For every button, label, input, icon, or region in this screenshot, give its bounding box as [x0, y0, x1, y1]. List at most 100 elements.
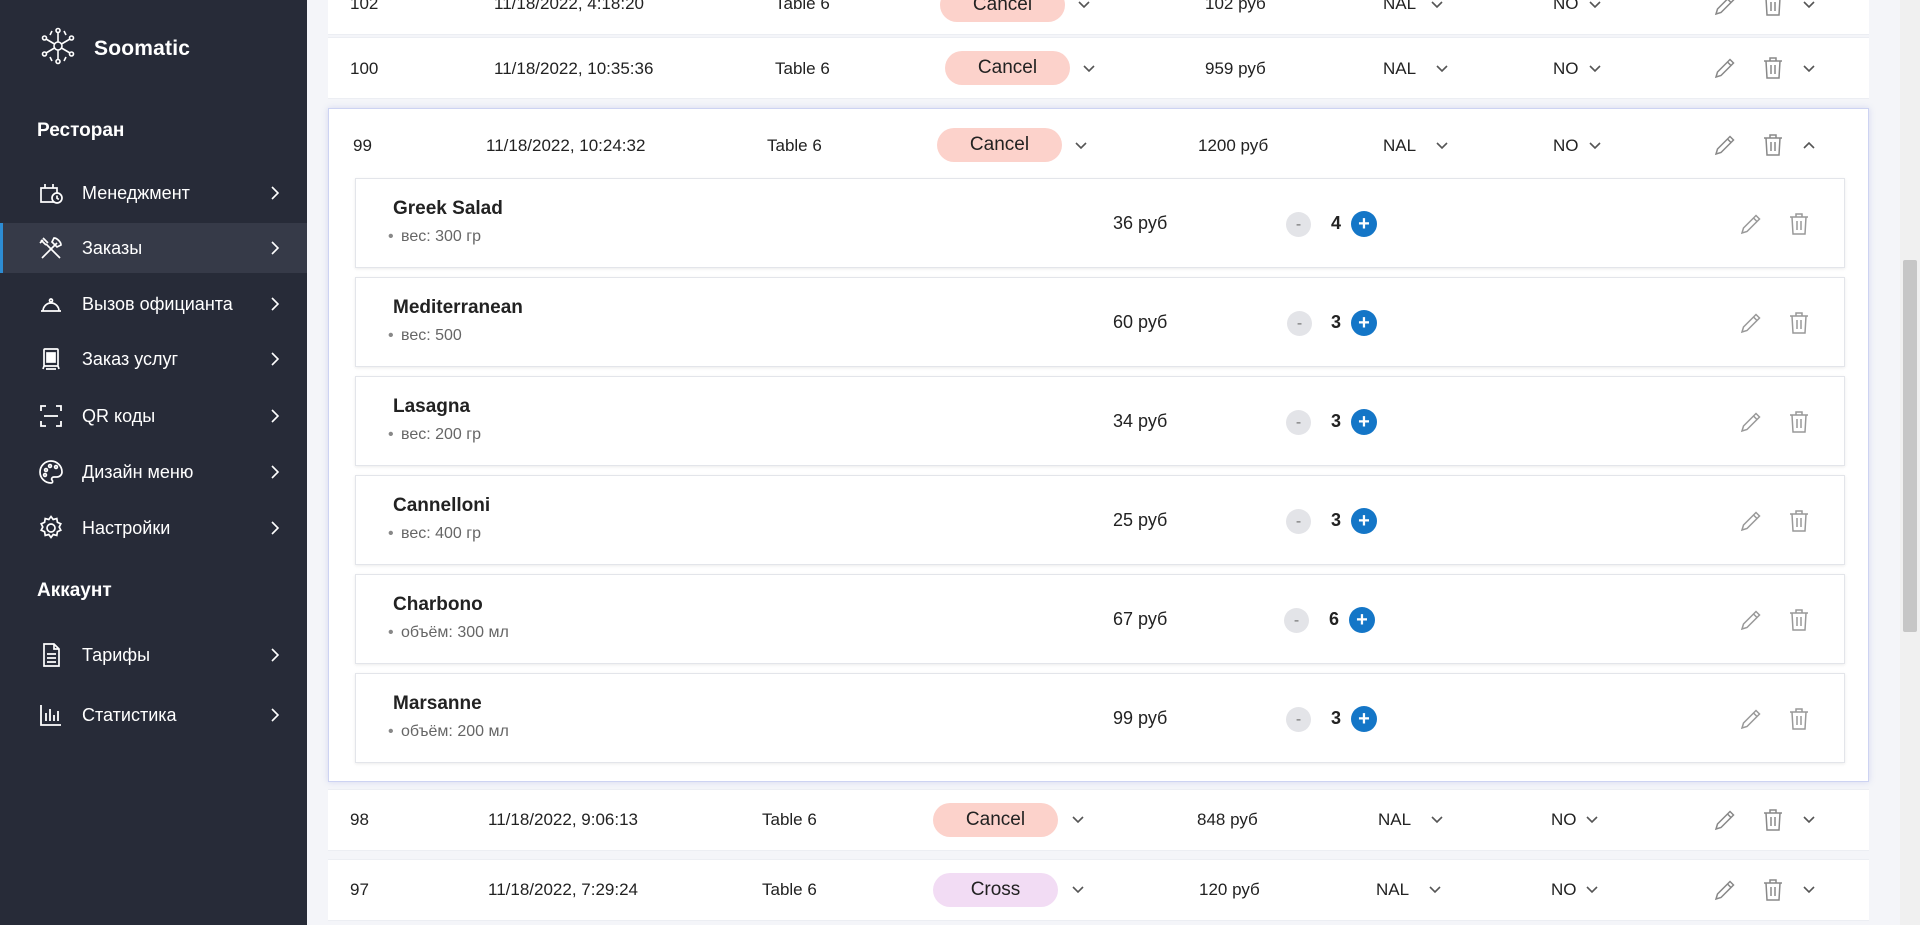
trash-icon[interactable]: [1786, 310, 1812, 336]
scrollbar-thumb[interactable]: [1903, 260, 1917, 632]
payment-select[interactable]: NAL: [1383, 136, 1416, 156]
qty-decrement-button[interactable]: -: [1287, 311, 1312, 336]
trash-icon[interactable]: [1760, 132, 1786, 158]
edit-icon[interactable]: [1712, 807, 1738, 833]
chevron-down-icon[interactable]: [1585, 813, 1599, 827]
qty-decrement-button[interactable]: -: [1284, 608, 1309, 633]
order-row[interactable]: 100 11/18/2022, 10:35:36 Table 6 Cancel …: [328, 37, 1869, 99]
edit-icon[interactable]: [1738, 211, 1764, 237]
item-price: 60 руб: [1113, 312, 1168, 332]
flag-select[interactable]: NO: [1551, 810, 1577, 830]
item-spec: объём: 300 мл: [388, 624, 509, 642]
sidebar-item-orders[interactable]: Заказы: [0, 223, 307, 273]
trash-icon[interactable]: [1760, 55, 1786, 81]
order-total: 959 руб: [1205, 59, 1266, 78]
chevron-down-icon[interactable]: [1802, 883, 1816, 897]
edit-icon[interactable]: [1738, 706, 1764, 732]
qr-scan-icon: [37, 402, 65, 430]
vertical-scrollbar[interactable]: [1900, 0, 1920, 925]
status-badge[interactable]: Cancel: [945, 51, 1070, 85]
edit-icon[interactable]: [1738, 508, 1764, 534]
qty-increment-button[interactable]: +: [1351, 409, 1377, 435]
status-badge[interactable]: Cancel: [933, 803, 1058, 837]
order-item-card: Cannelloni вес: 400 гр 25 руб - 3 +: [355, 475, 1845, 565]
order-table: Table 6: [775, 0, 830, 13]
edit-icon[interactable]: [1738, 409, 1764, 435]
flag-select[interactable]: NO: [1553, 0, 1579, 14]
qty-increment-button[interactable]: +: [1351, 508, 1377, 534]
qty-decrement-button[interactable]: -: [1286, 707, 1311, 732]
trash-icon[interactable]: [1760, 877, 1786, 903]
payment-select[interactable]: NAL: [1383, 59, 1416, 79]
flag-select[interactable]: NO: [1551, 880, 1577, 900]
sidebar-item-settings[interactable]: Настройки: [0, 503, 307, 553]
order-id: 97: [350, 880, 369, 899]
sidebar-item-menu-design[interactable]: Дизайн меню: [0, 447, 307, 497]
item-name: Greek Salad: [393, 198, 503, 219]
chevron-down-icon[interactable]: [1074, 139, 1088, 153]
order-row[interactable]: 102 11/18/2022, 4:18:20 Table 6 Cancel 1…: [328, 0, 1869, 35]
chevron-down-icon[interactable]: [1071, 883, 1085, 897]
chevron-down-icon[interactable]: [1435, 62, 1449, 76]
payment-select[interactable]: NAL: [1376, 880, 1409, 900]
sidebar-item-statistics[interactable]: Статистика: [0, 690, 307, 740]
edit-icon[interactable]: [1712, 55, 1738, 81]
brand[interactable]: Soomatic: [38, 26, 190, 71]
status-badge[interactable]: Cancel: [940, 0, 1065, 22]
sidebar-item-management[interactable]: Менеджмент: [0, 168, 307, 218]
payment-select[interactable]: NAL: [1383, 0, 1416, 14]
chevron-down-icon[interactable]: [1588, 62, 1602, 76]
logo-icon: [38, 26, 78, 71]
chevron-up-icon[interactable]: [1802, 138, 1816, 152]
trash-icon[interactable]: [1786, 706, 1812, 732]
chevron-down-icon[interactable]: [1071, 813, 1085, 827]
edit-icon[interactable]: [1712, 0, 1738, 18]
flag-select[interactable]: NO: [1553, 59, 1579, 79]
order-id: 98: [350, 810, 369, 829]
chevron-down-icon[interactable]: [1588, 0, 1602, 12]
chevron-down-icon[interactable]: [1802, 813, 1816, 827]
chevron-down-icon[interactable]: [1585, 883, 1599, 897]
cloche-icon: [37, 290, 65, 318]
edit-icon[interactable]: [1738, 310, 1764, 336]
chevron-down-icon[interactable]: [1428, 883, 1442, 897]
item-spec: объём: 200 мл: [388, 723, 509, 741]
chevron-down-icon[interactable]: [1082, 62, 1096, 76]
qty-decrement-button[interactable]: -: [1286, 509, 1311, 534]
chevron-down-icon[interactable]: [1430, 0, 1444, 12]
chevron-down-icon[interactable]: [1430, 813, 1444, 827]
sidebar-item-services[interactable]: Заказ услуг: [0, 334, 307, 384]
status-badge[interactable]: Cancel: [937, 128, 1062, 162]
order-row[interactable]: 98 11/18/2022, 9:06:13 Table 6 Cancel 84…: [328, 789, 1869, 851]
qty-increment-button[interactable]: +: [1351, 706, 1377, 732]
edit-icon[interactable]: [1712, 132, 1738, 158]
trash-icon[interactable]: [1760, 0, 1786, 18]
order-row[interactable]: 97 11/18/2022, 7:29:24 Table 6 Cross 120…: [328, 859, 1869, 921]
order-row-expanded[interactable]: 99 11/18/2022, 10:24:32 Table 6 Cancel 1…: [328, 108, 1869, 782]
flag-select[interactable]: NO: [1553, 136, 1579, 156]
sidebar: Soomatic Ресторан Менеджмент Заказы Вызо…: [0, 0, 307, 925]
edit-icon[interactable]: [1712, 877, 1738, 903]
chevron-down-icon[interactable]: [1588, 139, 1602, 153]
sidebar-item-tariffs[interactable]: Тарифы: [0, 630, 307, 680]
chevron-down-icon[interactable]: [1435, 139, 1449, 153]
qty-increment-button[interactable]: +: [1351, 211, 1377, 237]
qty-increment-button[interactable]: +: [1349, 607, 1375, 633]
chevron-down-icon[interactable]: [1802, 62, 1816, 76]
status-badge[interactable]: Cross: [933, 873, 1058, 907]
trash-icon[interactable]: [1786, 211, 1812, 237]
sidebar-item-qr-codes[interactable]: QR коды: [0, 391, 307, 441]
qty-decrement-button[interactable]: -: [1286, 212, 1311, 237]
payment-select[interactable]: NAL: [1378, 810, 1411, 830]
chevron-down-icon[interactable]: [1077, 0, 1091, 12]
bar-chart-icon: [37, 701, 65, 729]
trash-icon[interactable]: [1760, 807, 1786, 833]
edit-icon[interactable]: [1738, 607, 1764, 633]
qty-increment-button[interactable]: +: [1351, 310, 1377, 336]
trash-icon[interactable]: [1786, 409, 1812, 435]
chevron-down-icon[interactable]: [1802, 0, 1816, 12]
qty-decrement-button[interactable]: -: [1286, 410, 1311, 435]
trash-icon[interactable]: [1786, 508, 1812, 534]
sidebar-item-waiter-call[interactable]: Вызов официанта: [0, 279, 307, 329]
trash-icon[interactable]: [1786, 607, 1812, 633]
